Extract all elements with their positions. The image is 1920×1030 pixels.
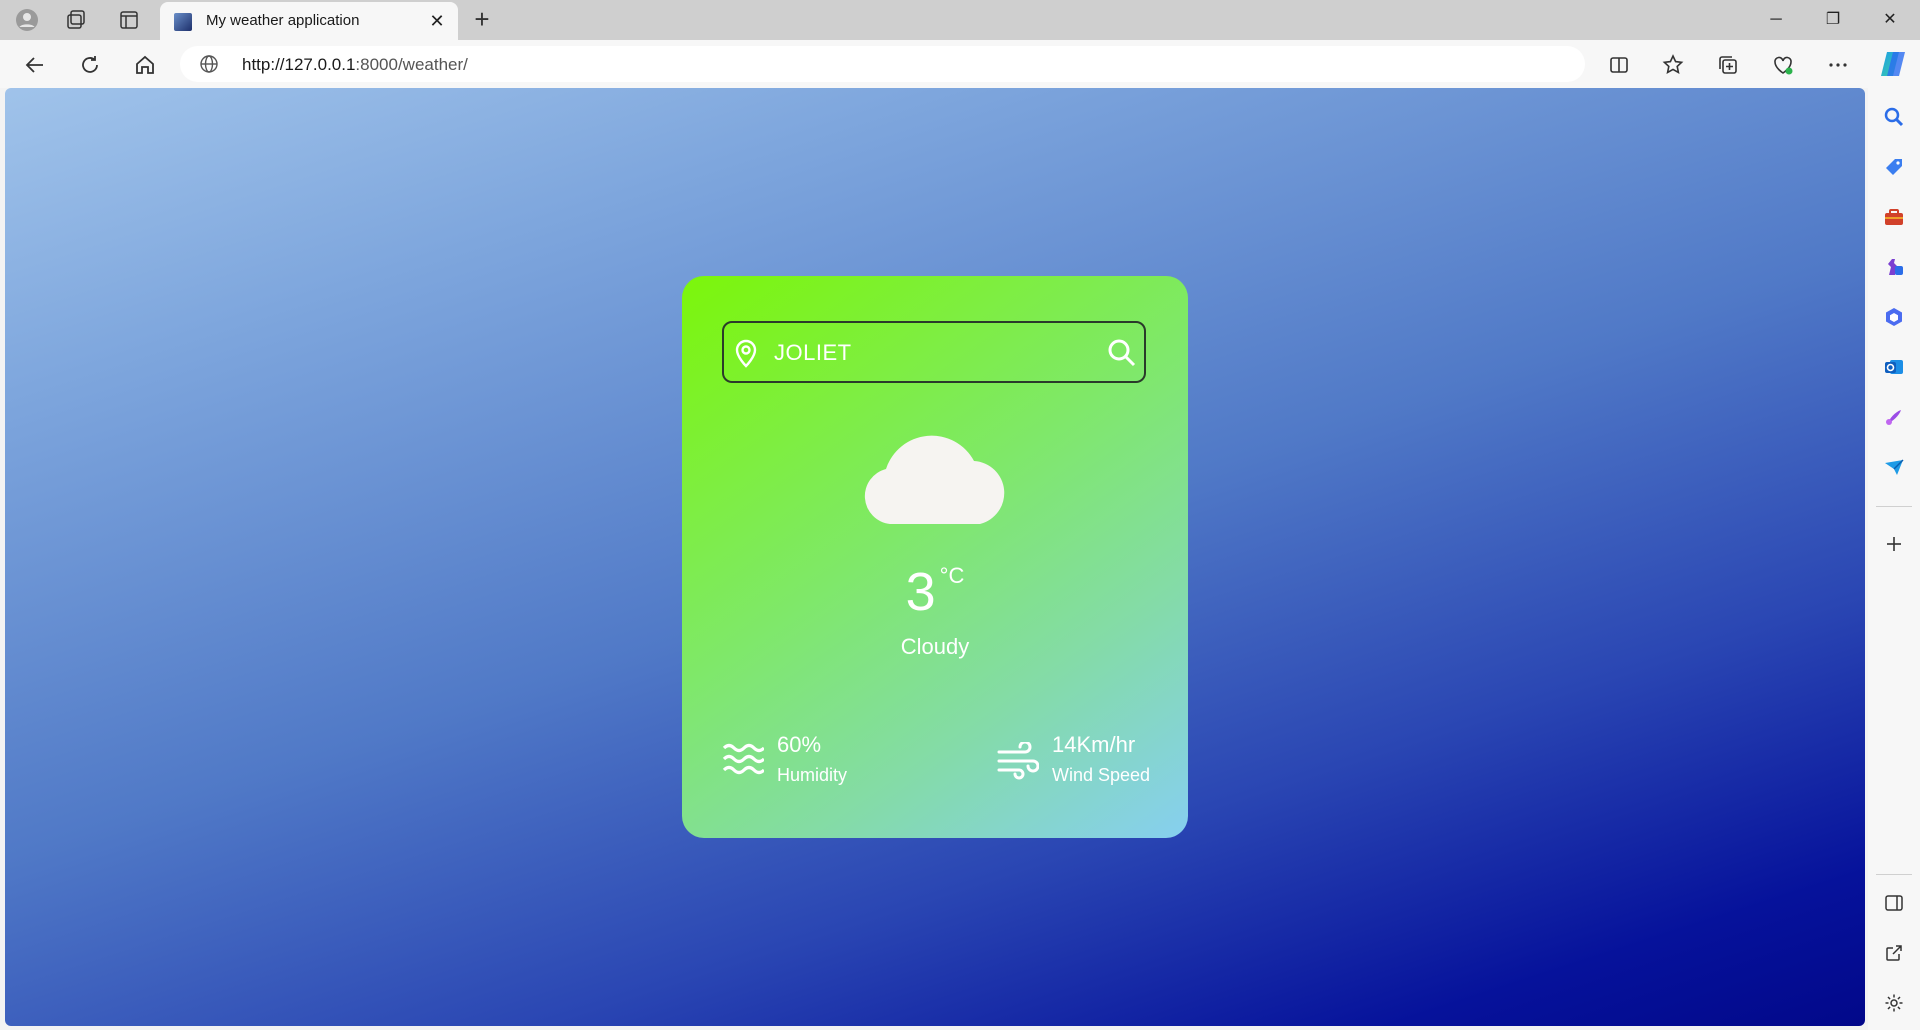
edge-sidebar (1868, 88, 1920, 1030)
city-input[interactable]: JOLIET (774, 340, 1074, 366)
temperature-unit: °C (939, 563, 965, 588)
title-bar: My weather application ✕ + ─ ❐ ✕ (0, 0, 1920, 40)
tools-icon[interactable] (1881, 204, 1907, 230)
minimize-button[interactable]: ─ (1756, 8, 1796, 32)
more-options-icon[interactable] (1823, 50, 1853, 80)
url-text[interactable]: http://127.0.0.1:8000/weather/ (242, 55, 468, 75)
games-icon[interactable] (1881, 254, 1907, 280)
collections-icon[interactable] (1713, 50, 1743, 80)
split-screen-icon[interactable] (1604, 50, 1634, 80)
close-window-button[interactable]: ✕ (1870, 8, 1910, 32)
cloud-icon (864, 435, 1005, 524)
wind-value: 14Km/hr (1052, 732, 1136, 757)
browser-essentials-icon[interactable] (1768, 50, 1798, 80)
favorites-icon[interactable] (1658, 50, 1688, 80)
designer-icon[interactable] (1881, 404, 1907, 430)
active-tab[interactable]: My weather application ✕ (160, 2, 458, 40)
wind-label: Wind Speed (1052, 765, 1151, 785)
temperature-display: 3 °C (682, 561, 1188, 623)
hide-sidebar-icon[interactable] (1881, 890, 1907, 916)
humidity-label: Humidity (777, 765, 848, 785)
shopping-icon[interactable] (1881, 154, 1907, 180)
page-viewport: JOLIET 3 °C Cloudy 60% Humidity 14Km/hr … (5, 88, 1865, 1026)
sidebar-divider (1876, 874, 1912, 875)
add-sidebar-app-icon[interactable] (1881, 531, 1907, 557)
restore-button[interactable]: ❐ (1813, 8, 1853, 32)
weather-card: JOLIET 3 °C Cloudy 60% Humidity 14Km/hr … (682, 276, 1188, 838)
refresh-button[interactable] (75, 50, 105, 80)
vertical-tabs-icon[interactable] (117, 8, 141, 32)
workspaces-icon[interactable] (64, 8, 88, 32)
humidity-waves-icon (722, 743, 764, 775)
search-sidebar-icon[interactable] (1881, 104, 1907, 130)
open-external-icon[interactable] (1881, 940, 1907, 966)
search-icon[interactable] (1106, 337, 1138, 369)
globe-icon (200, 55, 218, 73)
close-tab-icon[interactable]: ✕ (426, 10, 448, 32)
address-toolbar: http://127.0.0.1:8000/weather/ (0, 40, 1920, 88)
weather-condition: Cloudy (900, 634, 970, 659)
tab-favicon (174, 13, 192, 31)
settings-gear-icon[interactable] (1881, 990, 1907, 1016)
outlook-icon[interactable] (1881, 354, 1907, 380)
back-button[interactable] (20, 50, 50, 80)
location-pin-icon (735, 339, 757, 368)
tab-title: My weather application (206, 12, 360, 29)
temperature-value: 3 (905, 562, 936, 622)
city-search-box[interactable]: JOLIET (722, 321, 1146, 383)
humidity-value: 60% (777, 732, 822, 757)
address-bar[interactable]: http://127.0.0.1:8000/weather/ (180, 46, 1585, 82)
drop-icon[interactable] (1881, 454, 1907, 480)
home-button[interactable] (130, 50, 160, 80)
copilot-icon[interactable] (1876, 47, 1910, 81)
profile-icon[interactable] (15, 8, 39, 32)
microsoft365-icon[interactable] (1881, 304, 1907, 330)
sidebar-divider (1876, 506, 1912, 507)
wind-icon (997, 742, 1039, 780)
new-tab-button[interactable]: + (468, 6, 496, 34)
